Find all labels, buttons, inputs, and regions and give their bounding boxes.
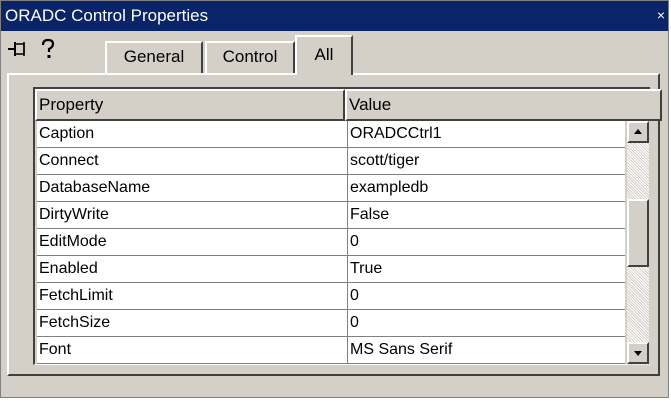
property-name: DirtyWrite — [39, 206, 109, 223]
tab-control[interactable]: Control — [205, 41, 295, 73]
table-row[interactable]: FetchSize 0 — [37, 310, 625, 337]
pushpin-icon[interactable] — [7, 37, 29, 61]
property-value[interactable]: 0 — [347, 283, 623, 309]
property-name: FetchSize — [39, 314, 111, 331]
scroll-thumb[interactable] — [627, 199, 649, 267]
property-name: DatabaseName — [39, 179, 151, 196]
window-title: ORADC Control Properties — [5, 6, 209, 25]
table-row[interactable]: Caption ORADCCtrl1 — [37, 121, 625, 148]
table-row[interactable]: DatabaseName exampledb — [37, 175, 625, 202]
table-row[interactable]: Enabled True — [37, 256, 625, 283]
table-row[interactable]: Connect scott/tiger — [37, 148, 625, 175]
vertical-scrollbar[interactable] — [627, 121, 649, 365]
property-name: Caption — [39, 125, 95, 142]
table-row[interactable]: EditMode 0 — [37, 229, 625, 256]
property-value[interactable]: True — [347, 256, 623, 282]
property-value[interactable]: ORADCCtrl1 — [347, 121, 623, 147]
scroll-up-button[interactable] — [627, 121, 649, 143]
grid-rows: Caption ORADCCtrl1 Connect scott/tiger Dat… — [37, 121, 625, 364]
property-value[interactable]: scott/tiger — [347, 148, 623, 174]
property-value[interactable]: False — [347, 202, 623, 228]
property-name: EditMode — [39, 233, 107, 250]
column-header-property[interactable]: Property — [35, 89, 345, 121]
scroll-down-button[interactable] — [627, 342, 649, 364]
table-row[interactable]: DirtyWrite False — [37, 202, 625, 229]
arrow-down-icon — [634, 351, 642, 356]
close-icon[interactable]: × — [654, 8, 668, 22]
property-value[interactable]: exampledb — [347, 175, 623, 201]
property-name: Connect — [39, 152, 99, 169]
help-icon[interactable] — [37, 37, 59, 61]
title-bar[interactable]: ORADC Control Properties × — [1, 1, 668, 31]
grid-header: Property Value — [35, 89, 663, 121]
status-area — [11, 379, 661, 397]
table-row[interactable]: FetchLimit 0 — [37, 283, 625, 310]
tab-general[interactable]: General — [105, 41, 203, 73]
column-header-value[interactable]: Value — [345, 89, 662, 121]
property-grid: Property Value Caption ORADCCtrl1 Connect… — [33, 87, 662, 365]
property-name: Enabled — [39, 260, 98, 277]
property-name: FetchLimit — [39, 287, 113, 304]
arrow-up-icon — [634, 129, 642, 134]
property-value[interactable]: 0 — [347, 229, 623, 255]
tab-all[interactable]: All — [295, 35, 353, 75]
properties-window: ORADC Control Properties × General Contr… — [0, 0, 669, 398]
property-name: Font — [39, 341, 72, 358]
property-value[interactable]: MS Sans Serif — [347, 337, 623, 363]
table-row[interactable]: Font MS Sans Serif — [37, 337, 625, 364]
property-value[interactable]: 0 — [347, 310, 623, 336]
